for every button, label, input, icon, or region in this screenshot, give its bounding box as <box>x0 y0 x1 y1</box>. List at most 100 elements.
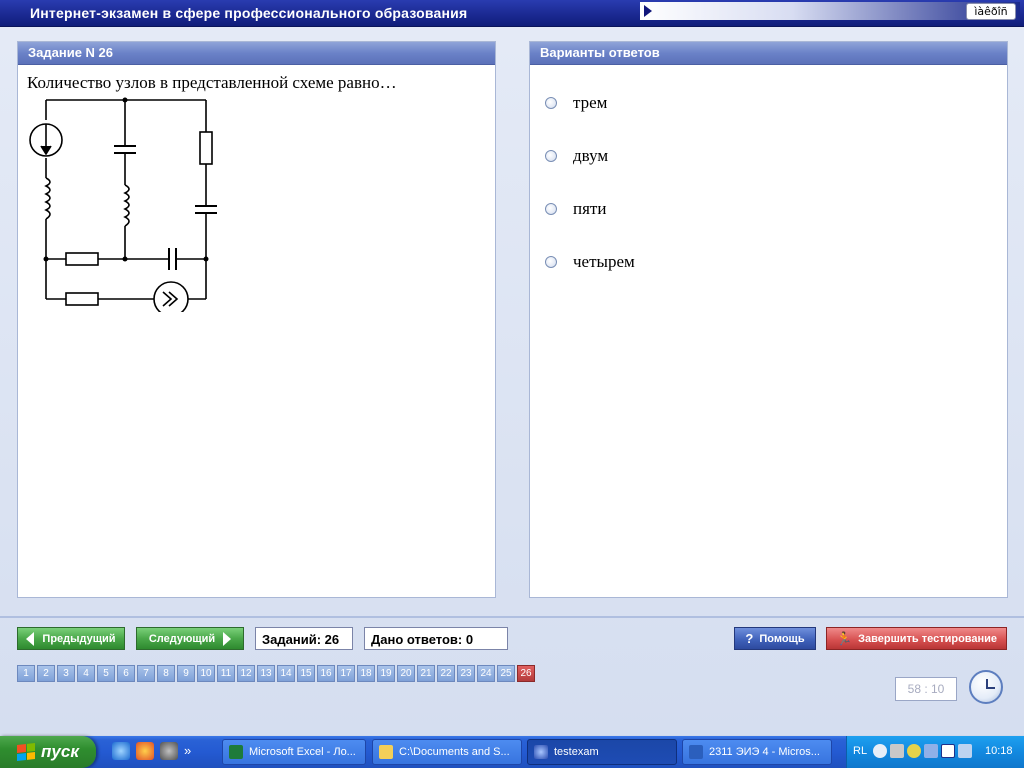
question-text: Количество узлов в представленной схеме … <box>27 73 397 92</box>
page-button-12[interactable]: 12 <box>237 665 255 682</box>
page-button-21[interactable]: 21 <box>417 665 435 682</box>
next-label: Следующий <box>148 632 216 645</box>
capacitor-right-icon <box>195 205 217 214</box>
bottom-divider <box>0 616 1024 618</box>
radio-button[interactable] <box>545 97 557 109</box>
resistor-right-icon <box>199 131 213 165</box>
page-button-16[interactable]: 16 <box>317 665 335 682</box>
start-button[interactable]: пуск <box>0 736 96 768</box>
ie-icon[interactable] <box>112 742 130 760</box>
page-button-14[interactable]: 14 <box>277 665 295 682</box>
assistant-icon[interactable] <box>907 744 921 758</box>
radio-button[interactable] <box>545 203 557 215</box>
taskbar: пуск » Microsoft Excel - Ло... C:\Docume… <box>0 736 1024 768</box>
resistor-middle-row-icon <box>65 252 99 266</box>
play-icon[interactable] <box>924 744 938 758</box>
arrow-left-icon <box>26 631 35 646</box>
question-mark-icon: ? <box>745 631 754 646</box>
word-icon <box>689 745 703 759</box>
media-player-icon[interactable] <box>136 742 154 760</box>
resistor-bottom-row-icon <box>65 292 99 306</box>
page-button-6[interactable]: 6 <box>117 665 135 682</box>
folder-icon <box>379 745 393 759</box>
media-icon[interactable] <box>941 744 955 758</box>
quick-launch: » <box>112 742 191 760</box>
radio-button[interactable] <box>545 256 557 268</box>
tray-language[interactable]: RL <box>853 745 867 757</box>
runner-icon: 🏃 <box>835 630 853 646</box>
timer-display: 58 : 10 <box>895 677 957 701</box>
page-button-24[interactable]: 24 <box>477 665 495 682</box>
tray-icons <box>873 744 972 758</box>
answer-option-2[interactable]: двум <box>545 145 608 167</box>
previous-button[interactable]: Предыдущий <box>17 627 125 650</box>
page-button-4[interactable]: 4 <box>77 665 95 682</box>
inductor-left-icon <box>44 177 51 220</box>
radio-button[interactable] <box>545 150 557 162</box>
page-button-11[interactable]: 11 <box>217 665 235 682</box>
answer-label: пяти <box>573 199 607 218</box>
clock-icon <box>969 670 1003 704</box>
help-button[interactable]: ? Помощь <box>734 627 816 650</box>
page-button-20[interactable]: 20 <box>397 665 415 682</box>
tasks-counter: Заданий: 26 <box>255 627 353 650</box>
answer-label: двум <box>573 146 609 165</box>
windows-logo-icon <box>17 743 36 761</box>
answers-panel-header: Варианты ответов <box>530 42 1007 65</box>
finish-test-button[interactable]: 🏃 Завершить тестирование <box>826 627 1007 650</box>
network-icon[interactable] <box>958 744 972 758</box>
page-button-1[interactable]: 1 <box>17 665 35 682</box>
excel-icon <box>229 745 243 759</box>
tool-icon[interactable] <box>160 742 178 760</box>
taskbar-item-label: Microsoft Excel - Ло... <box>249 746 356 758</box>
page-button-23[interactable]: 23 <box>457 665 475 682</box>
title-decoration-strip <box>640 2 1020 20</box>
tray-clock: 10:18 <box>985 745 1013 757</box>
window-title: Интернет-экзамен в сфере профессионально… <box>30 5 468 21</box>
next-button[interactable]: Следующий <box>136 627 244 650</box>
system-tray: RL 10:18 <box>846 736 1024 768</box>
page-button-25[interactable]: 25 <box>497 665 515 682</box>
answers-counter: Дано ответов: 0 <box>364 627 508 650</box>
tray-back-icon[interactable] <box>873 744 887 758</box>
source-bottom-icon <box>153 281 189 312</box>
page-button-17[interactable]: 17 <box>337 665 355 682</box>
capacitor-middle-row-icon <box>168 248 177 270</box>
page-button-9[interactable]: 9 <box>177 665 195 682</box>
page-button-7[interactable]: 7 <box>137 665 155 682</box>
task-panel: Задание N 26 Количество узлов в представ… <box>17 41 496 598</box>
language-indicator[interactable]: ìàêðîñ <box>966 3 1016 20</box>
taskbar-item-label: C:\Documents and S... <box>399 746 510 758</box>
printer-icon[interactable] <box>890 744 904 758</box>
answer-option-3[interactable]: пяти <box>545 198 606 220</box>
taskbar-item-word[interactable]: 2311 ЭИЭ 4 - Micros... <box>682 739 832 765</box>
answers-panel: Варианты ответов трем двум пяти четырем <box>529 41 1008 598</box>
taskbar-item-testexam[interactable]: testexam <box>527 739 677 765</box>
answer-option-4[interactable]: четырем <box>545 251 635 273</box>
page-button-2[interactable]: 2 <box>37 665 55 682</box>
finish-label: Завершить тестирование <box>858 632 998 645</box>
arrow-right-icon <box>223 631 232 646</box>
page-button-18[interactable]: 18 <box>357 665 375 682</box>
page-button-19[interactable]: 19 <box>377 665 395 682</box>
answer-option-1[interactable]: трем <box>545 92 607 114</box>
start-label: пуск <box>41 742 79 761</box>
page-button-5[interactable]: 5 <box>97 665 115 682</box>
help-label: Помощь <box>759 632 805 645</box>
page-button-10[interactable]: 10 <box>197 665 215 682</box>
quick-launch-more-icon[interactable]: » <box>184 742 191 760</box>
taskbar-item-label: 2311 ЭИЭ 4 - Micros... <box>709 746 820 758</box>
capacitor-middle-icon <box>114 145 136 154</box>
taskbar-item-excel[interactable]: Microsoft Excel - Ло... <box>222 739 366 765</box>
taskbar-item-folder[interactable]: C:\Documents and S... <box>372 739 522 765</box>
circuit-diagram <box>29 97 217 312</box>
page-button-26[interactable]: 26 <box>517 665 535 682</box>
page-button-13[interactable]: 13 <box>257 665 275 682</box>
play-arrow-icon <box>644 5 652 17</box>
page-button-15[interactable]: 15 <box>297 665 315 682</box>
page-button-8[interactable]: 8 <box>157 665 175 682</box>
taskbar-item-label: testexam <box>554 746 599 758</box>
previous-label: Предыдущий <box>42 632 116 645</box>
page-button-3[interactable]: 3 <box>57 665 75 682</box>
page-button-22[interactable]: 22 <box>437 665 455 682</box>
